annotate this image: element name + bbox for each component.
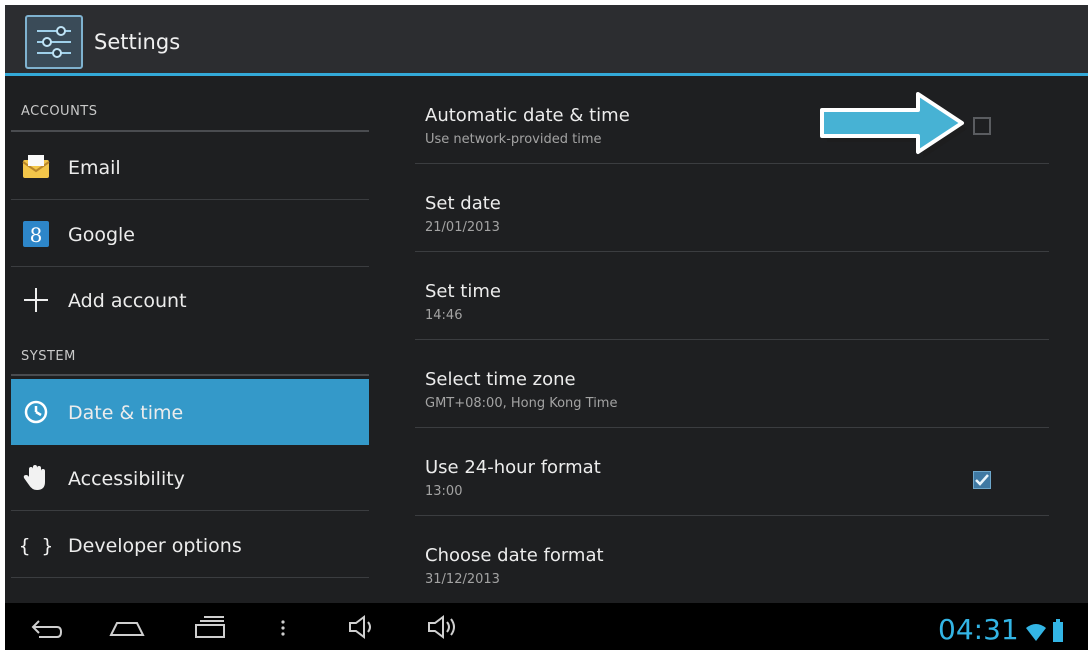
setting-title: Set time xyxy=(425,281,501,302)
section-header-system: SYSTEM xyxy=(21,349,76,364)
action-bar: Settings xyxy=(5,5,1088,76)
setting-select-time-zone[interactable]: Select time zone GMT+08:00, Hong Kong Ti… xyxy=(415,340,1049,428)
sidebar-item-label: Google xyxy=(68,224,136,246)
setting-summary: GMT+08:00, Hong Kong Time xyxy=(425,396,618,411)
setting-choose-date-format[interactable]: Choose date format 31/12/2013 xyxy=(415,516,1049,604)
setting-set-date[interactable]: Set date 21/01/2013 xyxy=(415,164,1049,252)
item-divider xyxy=(11,577,369,578)
back-icon[interactable] xyxy=(25,613,65,641)
sidebar-item-developer-options[interactable]: { } Developer options xyxy=(11,512,369,578)
volume-up-icon[interactable] xyxy=(423,613,463,641)
setting-use-24-hour-format[interactable]: Use 24-hour format 13:00 xyxy=(415,428,1049,516)
hand-icon xyxy=(21,463,51,493)
section-header-accounts: ACCOUNTS xyxy=(21,104,98,119)
sidebar-item-label: Add account xyxy=(68,290,187,312)
setting-title: Use 24-hour format xyxy=(425,457,601,478)
item-divider xyxy=(11,199,369,200)
google-icon: 8 xyxy=(21,219,51,249)
setting-summary: 14:46 xyxy=(425,308,463,323)
settings-window: Settings ACCOUNTS Email 8 Google Add acc… xyxy=(5,5,1088,650)
settings-sliders-icon[interactable] xyxy=(25,15,83,69)
sidebar-item-label: Date & time xyxy=(68,402,184,424)
sidebar-item-email[interactable]: Email xyxy=(11,134,369,200)
sidebar-item-add-account[interactable]: Add account xyxy=(11,267,369,333)
recent-apps-icon[interactable] xyxy=(190,613,230,641)
clock-icon xyxy=(21,397,51,427)
automatic-date-time-checkbox[interactable] xyxy=(973,117,991,135)
setting-summary: 31/12/2013 xyxy=(425,572,500,587)
battery-icon xyxy=(1053,619,1063,642)
item-divider xyxy=(11,510,369,511)
wifi-icon xyxy=(1026,624,1046,641)
setting-title: Select time zone xyxy=(425,369,576,390)
system-navigation-bar xyxy=(5,603,1088,650)
svg-text:{ }: { } xyxy=(21,535,51,557)
sidebar-item-accessibility[interactable]: Accessibility xyxy=(11,445,369,511)
annotation-arrow-icon xyxy=(820,92,967,158)
checkmark-icon xyxy=(975,474,989,486)
menu-icon[interactable] xyxy=(263,613,303,641)
home-icon[interactable] xyxy=(107,613,147,641)
setting-summary: 13:00 xyxy=(425,484,463,499)
sidebar-item-google[interactable]: 8 Google xyxy=(11,201,369,267)
sidebar-item-label: Email xyxy=(68,157,121,179)
email-icon xyxy=(21,152,51,182)
section-divider xyxy=(11,374,369,376)
braces-icon: { } xyxy=(19,530,53,560)
plus-icon xyxy=(21,285,51,315)
sidebar-item-label: Developer options xyxy=(68,535,242,557)
status-clock[interactable]: 04:31 xyxy=(938,613,1019,646)
settings-categories: ACCOUNTS Email 8 Google Add account SYST… xyxy=(5,76,371,606)
sidebar-item-date-time[interactable]: Date & time xyxy=(11,379,369,445)
volume-down-icon[interactable] xyxy=(342,613,382,641)
setting-title: Choose date format xyxy=(425,545,604,566)
svg-text:8: 8 xyxy=(30,223,43,247)
setting-title: Set date xyxy=(425,193,501,214)
use-24-hour-format-checkbox[interactable] xyxy=(973,471,991,489)
app-title: Settings xyxy=(94,30,181,54)
setting-summary: 21/01/2013 xyxy=(425,220,500,235)
setting-set-time[interactable]: Set time 14:46 xyxy=(415,252,1049,340)
section-divider xyxy=(11,130,369,132)
setting-title: Automatic date & time xyxy=(425,105,630,126)
setting-summary: Use network-provided time xyxy=(425,132,602,147)
sidebar-item-label: Accessibility xyxy=(68,468,185,490)
